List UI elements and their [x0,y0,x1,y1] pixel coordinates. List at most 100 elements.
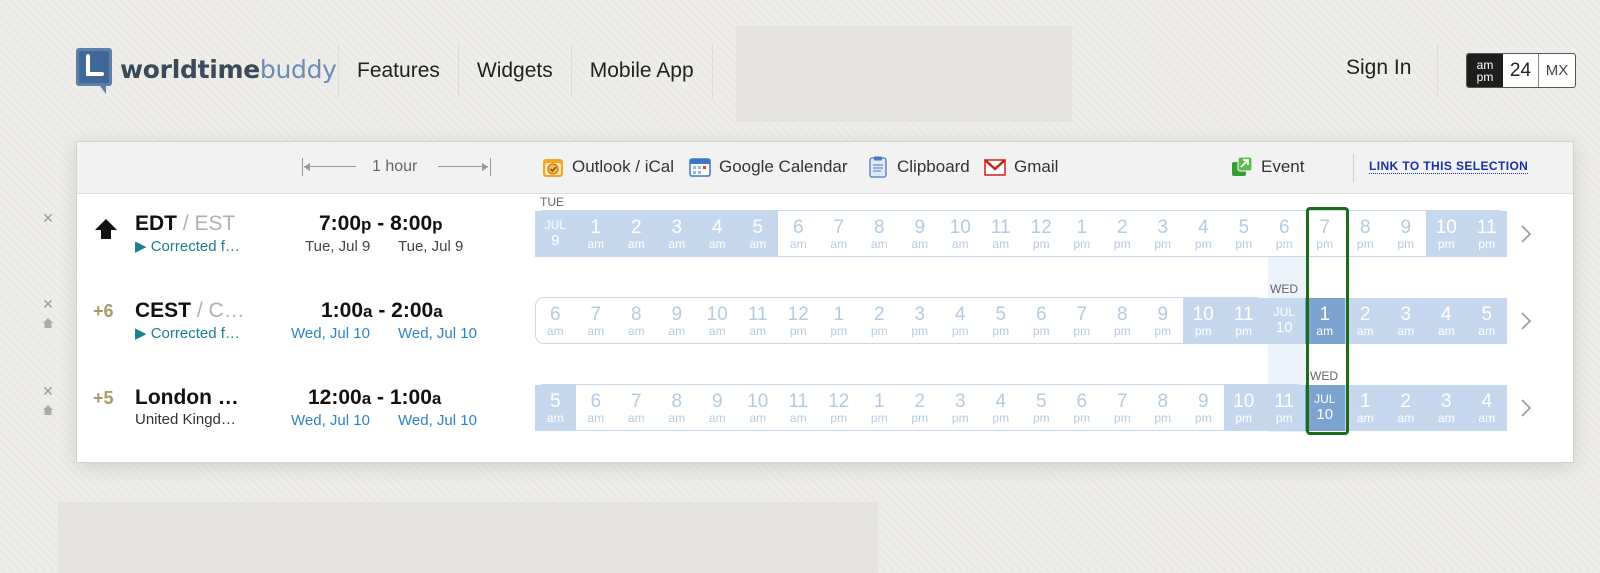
hour-cell[interactable]: 8 am [656,385,697,431]
event-button[interactable]: Event [1231,156,1304,178]
hour-cell[interactable]: 11 pm [1264,385,1305,431]
hour-cell[interactable]: 11 pm [1466,211,1507,257]
hour-cell[interactable]: 1 pm [1061,211,1102,257]
hour-cell[interactable]: 4 pm [1183,211,1224,257]
hour-cell[interactable]: 1 pm [859,385,900,431]
hour-cell[interactable]: 2 am [1385,385,1426,431]
hour-cell[interactable]: 5 am [737,211,778,257]
hour-cell[interactable]: 1 am [1345,385,1386,431]
hour-cell[interactable]: 8 pm [1142,385,1183,431]
outlook-ical-button[interactable]: Outlook / iCal [542,156,674,178]
hour-cell[interactable]: 5 pm [980,298,1021,344]
hour-cell[interactable]: 10 pm [1183,298,1224,344]
hour-cell[interactable]: 6 pm [1021,298,1062,344]
hour-cell[interactable]: 9 am [899,211,940,257]
chevron-right-icon[interactable] [1519,398,1533,418]
tz-subtitle[interactable]: ▶ Corrected f… [135,237,240,255]
sign-in-link[interactable]: Sign In [1346,56,1411,80]
clipboard-button[interactable]: Clipboard [867,156,970,178]
hour-cell[interactable]: 6 am [778,211,819,257]
hour-cell[interactable]: 8 am [859,211,900,257]
nav-mobile-app[interactable]: Mobile App [570,44,713,98]
hour-cell[interactable]: 11 pm [1223,298,1264,344]
hour-cell[interactable]: 4 am [1466,385,1507,431]
hour-cell[interactable]: 10 am [737,385,778,431]
hour-cell[interactable]: 8 am [616,298,657,344]
close-icon[interactable]: ✕ [42,211,54,225]
hour-cell[interactable]: 4 am [697,211,738,257]
hour-cell[interactable]: 9 am [697,385,738,431]
chevron-right-icon[interactable] [1519,224,1533,244]
hour-cell[interactable]: 8 pm [1102,298,1143,344]
hour-cell[interactable]: 10 am [940,211,981,257]
timezone-name[interactable]: EDT / EST [135,212,235,236]
link-to-selection[interactable]: LINK TO THIS SELECTION [1369,159,1529,174]
timezone-name[interactable]: CEST / C… [135,299,245,323]
hour-cell[interactable]: 10 pm [1223,385,1264,431]
hour-cell[interactable]: 7 pm [1102,385,1143,431]
hour-cell[interactable]: 6 pm [1061,385,1102,431]
hour-cell[interactable]: 6 pm [1264,211,1305,257]
hour-cell[interactable]: 3 am [1385,298,1426,344]
hour-cell[interactable]: 6 am [535,298,576,344]
hour-cell[interactable]: JUL 9 [535,211,576,257]
home-icon[interactable] [42,403,54,415]
hour-cell[interactable]: 9 am [656,298,697,344]
hour-cell[interactable]: 3 pm [1142,211,1183,257]
hour-cell[interactable]: 2 pm [899,385,940,431]
hour-cell[interactable]: 7 pm [1061,298,1102,344]
close-icon[interactable]: ✕ [42,384,54,398]
tz-subtitle[interactable]: ▶ Corrected f… [135,324,240,342]
hour-cell[interactable]: 2 am [1345,298,1386,344]
hour-cell[interactable]: 4 pm [980,385,1021,431]
logo[interactable]: worldtimebuddy [74,44,337,94]
google-calendar-button[interactable]: Google Calendar [689,156,848,178]
up-arrow-icon[interactable] [94,217,118,241]
hour-cell[interactable]: 1 pm [818,298,859,344]
24h-format-button[interactable]: 24 [1503,54,1539,87]
hour-cell[interactable]: 9 pm [1385,211,1426,257]
hour-cell[interactable]: 1 am [575,211,616,257]
ampm-format-button[interactable]: am pm [1467,54,1503,87]
hour-cell[interactable]: 9 pm [1142,298,1183,344]
hour-cell[interactable]: 11 am [980,211,1021,257]
hour-cell[interactable]: JUL 10 [1304,385,1345,431]
close-icon[interactable]: ✕ [42,297,54,311]
nav-widgets[interactable]: Widgets [457,44,571,98]
hour-cell[interactable]: 7 am [616,385,657,431]
hour-cell[interactable]: 11 am [778,385,819,431]
hour-cell[interactable]: 12 pm [778,298,819,344]
hour-cell[interactable]: 3 am [656,211,697,257]
hour-cell[interactable]: 6 am [575,385,616,431]
hour-cell[interactable]: 5 am [535,385,576,431]
timezone-name[interactable]: London … [135,386,239,410]
hour-cell[interactable]: 7 am [575,298,616,344]
hour-cell[interactable]: 5 am [1466,298,1507,344]
hour-cell[interactable]: 10 am [697,298,738,344]
home-icon[interactable] [42,316,54,328]
hour-cell[interactable]: 7 pm [1304,211,1345,257]
hour-cell[interactable]: 10 pm [1426,211,1467,257]
hour-cell[interactable]: 5 pm [1223,211,1264,257]
hour-cell[interactable]: 4 pm [940,298,981,344]
hour-cell[interactable]: 2 pm [1102,211,1143,257]
hour-cell[interactable]: JUL 10 [1264,298,1305,344]
hour-cell[interactable]: 2 pm [859,298,900,344]
chevron-right-icon[interactable] [1519,311,1533,331]
hour-cell[interactable]: 12 pm [1021,211,1062,257]
hour-cell[interactable]: 5 pm [1021,385,1062,431]
hour-cell[interactable]: 4 am [1426,298,1467,344]
hour-cell[interactable]: 2 am [616,211,657,257]
gmail-button[interactable]: Gmail [984,156,1058,178]
hour-cell[interactable]: 3 pm [899,298,940,344]
hour-cell[interactable]: 9 pm [1183,385,1224,431]
mx-format-button[interactable]: MX [1539,54,1575,87]
hour-cell[interactable]: 3 am [1426,385,1467,431]
nav-features[interactable]: Features [338,44,458,98]
hour-cell[interactable]: 7 am [818,211,859,257]
hour-cell[interactable]: 1 am [1304,298,1345,344]
hour-cell[interactable]: 12 pm [818,385,859,431]
hour-cell[interactable]: 11 am [737,298,778,344]
hour-cell[interactable]: 8 pm [1345,211,1386,257]
hour-cell[interactable]: 3 pm [940,385,981,431]
